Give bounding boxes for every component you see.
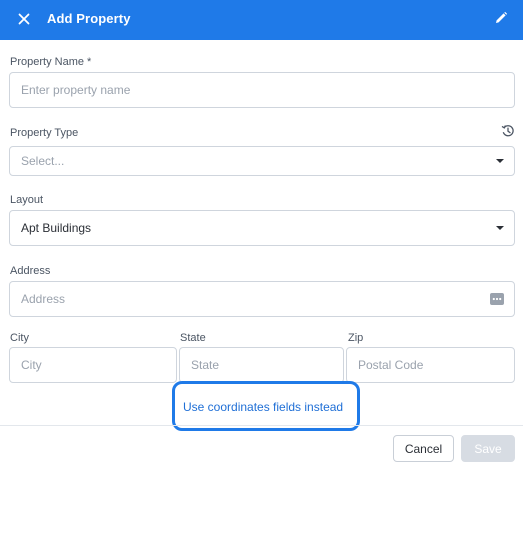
- address-input[interactable]: Address: [9, 281, 515, 317]
- property-type-select[interactable]: Select...: [9, 146, 515, 176]
- city-label: City: [10, 332, 29, 344]
- more-dots-icon[interactable]: [490, 293, 504, 305]
- zip-input[interactable]: Postal Code: [346, 347, 515, 383]
- layout-label: Layout: [10, 194, 44, 206]
- pencil-icon[interactable]: [494, 11, 508, 25]
- state-label: State: [180, 332, 206, 344]
- property-name-placeholder: Enter property name: [21, 83, 131, 97]
- dialog-header: Add Property: [0, 0, 523, 40]
- history-icon[interactable]: [501, 124, 515, 138]
- save-button[interactable]: Save: [461, 435, 515, 462]
- layout-selected: Apt Buildings: [21, 221, 92, 235]
- use-coordinates-link[interactable]: Use coordinates fields instead: [183, 400, 343, 414]
- chevron-down-icon: [496, 226, 504, 230]
- dialog-title: Add Property: [47, 11, 131, 26]
- property-name-input[interactable]: Enter property name: [9, 72, 515, 108]
- close-icon[interactable]: [15, 10, 33, 28]
- property-type-selected: Select...: [21, 154, 65, 168]
- address-label: Address: [10, 265, 51, 277]
- cancel-button[interactable]: Cancel: [393, 435, 454, 462]
- property-type-label: Property Type: [10, 127, 79, 139]
- layout-select[interactable]: Apt Buildings: [9, 210, 515, 246]
- address-placeholder: Address: [21, 292, 66, 306]
- property-name-label: Property Name *: [10, 56, 92, 68]
- city-input[interactable]: City: [9, 347, 177, 383]
- footer-divider: [0, 425, 523, 426]
- city-placeholder: City: [21, 358, 42, 372]
- zip-label: Zip: [348, 332, 364, 344]
- coordinates-link-highlight: Use coordinates fields instead: [172, 381, 360, 431]
- chevron-down-icon: [496, 159, 504, 163]
- state-input[interactable]: State: [179, 347, 344, 383]
- state-placeholder: State: [191, 358, 220, 372]
- zip-placeholder: Postal Code: [358, 358, 424, 372]
